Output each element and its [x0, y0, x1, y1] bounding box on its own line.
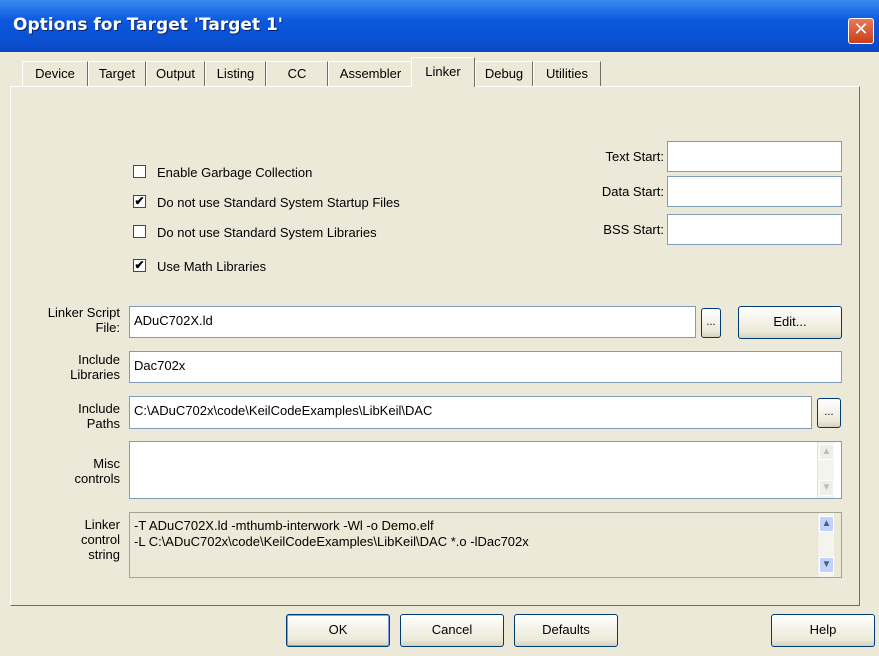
tab-assembler[interactable]: Assembler: [328, 61, 413, 86]
linker-script-browse-button[interactable]: ...: [701, 308, 721, 338]
use-math-libraries-checkbox[interactable]: ✔: [133, 259, 146, 272]
include-libraries-field[interactable]: Dac702x: [129, 351, 842, 383]
no-std-startup-files-label: Do not use Standard System Startup Files: [157, 195, 400, 210]
misc-controls-label: Misc controls: [74, 456, 120, 486]
include-paths-field[interactable]: C:\ADuC702x\code\KeilCodeExamples\LibKei…: [129, 396, 812, 429]
scroll-down-icon[interactable]: ▼: [819, 480, 834, 496]
bss-start-field[interactable]: [667, 214, 842, 245]
tab-linker[interactable]: Linker: [411, 57, 475, 87]
misc-controls-field[interactable]: [129, 441, 842, 499]
bss-start-label: BSS Start:: [603, 222, 664, 237]
linker-control-string-scrollbar[interactable]: ▲ ▼: [817, 513, 834, 577]
no-std-libraries-checkbox[interactable]: [133, 225, 146, 238]
linker-script-file-field[interactable]: ADuC702X.ld: [129, 306, 696, 338]
tab-device[interactable]: Device: [22, 61, 88, 86]
cancel-button[interactable]: Cancel: [400, 614, 504, 647]
checkmark-icon: ✔: [134, 258, 145, 272]
close-icon: ✕: [853, 19, 869, 40]
help-button[interactable]: Help: [771, 614, 875, 647]
checkmark-icon: ✔: [134, 194, 145, 208]
text-start-label: Text Start:: [605, 149, 664, 164]
enable-garbage-collection-label: Enable Garbage Collection: [157, 165, 313, 180]
ok-button[interactable]: OK: [286, 614, 390, 647]
scroll-up-icon[interactable]: ▲: [819, 516, 834, 532]
misc-controls-scrollbar[interactable]: ▲ ▼: [817, 442, 834, 498]
include-paths-label: Include Paths: [78, 401, 120, 431]
use-math-libraries-label: Use Math Libraries: [157, 259, 267, 274]
title-bar: Options for Target 'Target 1' ✕: [0, 0, 879, 52]
include-libraries-label: Include Libraries: [70, 352, 120, 382]
include-paths-browse-button[interactable]: ...: [817, 398, 841, 428]
tab-target[interactable]: Target: [88, 61, 146, 86]
data-start-field[interactable]: [667, 176, 842, 207]
control-string-line-1: -T ADuC702X.ld -mthumb-interwork -Wl -o …: [134, 518, 434, 533]
linker-control-string-field: -T ADuC702X.ld -mthumb-interwork -Wl -o …: [129, 512, 842, 578]
scroll-down-icon[interactable]: ▼: [819, 557, 834, 573]
no-std-startup-files-checkbox[interactable]: ✔: [133, 195, 146, 208]
enable-garbage-collection-checkbox[interactable]: [133, 165, 146, 178]
edit-button[interactable]: Edit...: [738, 306, 842, 339]
control-string-line-2: -L C:\ADuC702x\code\KeilCodeExamples\Lib…: [134, 534, 529, 549]
tab-listing[interactable]: Listing: [205, 61, 266, 86]
linker-control-string-label: Linker control string: [80, 517, 120, 562]
defaults-button[interactable]: Defaults: [514, 614, 618, 647]
scroll-up-icon[interactable]: ▲: [819, 444, 834, 460]
tab-debug[interactable]: Debug: [475, 61, 533, 86]
text-start-field[interactable]: [667, 141, 842, 172]
window-title: Options for Target 'Target 1': [13, 15, 284, 35]
close-button[interactable]: ✕: [848, 18, 874, 44]
linker-script-file-label: Linker Script File:: [47, 305, 120, 335]
tab-output[interactable]: Output: [146, 61, 205, 86]
no-std-libraries-label: Do not use Standard System Libraries: [157, 225, 377, 240]
tab-utilities[interactable]: Utilities: [533, 61, 601, 86]
tab-cc[interactable]: CC: [266, 61, 328, 86]
data-start-label: Data Start:: [601, 184, 664, 199]
